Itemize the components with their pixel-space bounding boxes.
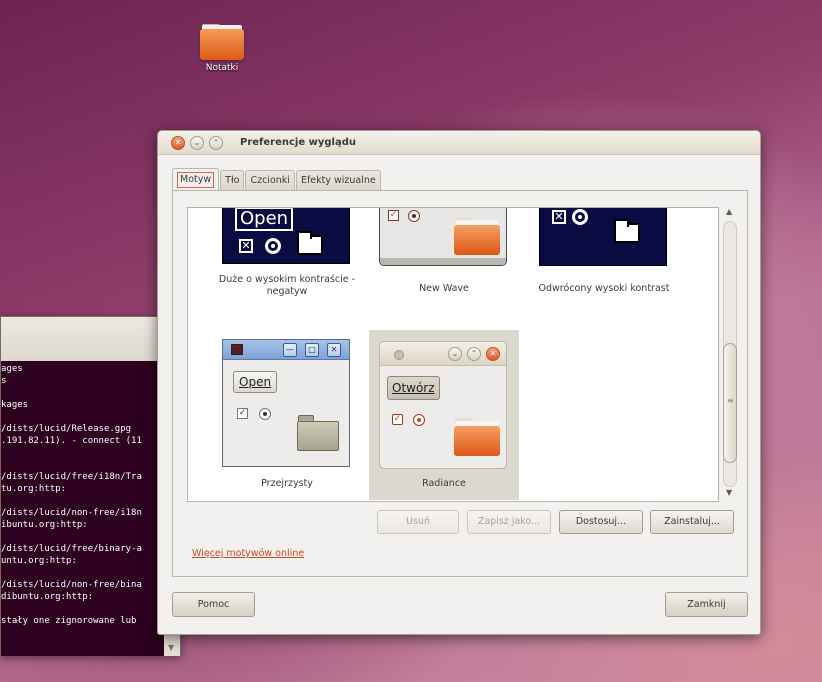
terminal-line: kages: [1, 400, 29, 410]
customize-button[interactable]: Dostosuj...: [559, 510, 643, 534]
close-button[interactable]: Zamknij: [665, 592, 748, 617]
terminal-titlebar[interactable]: [1, 317, 180, 361]
theme-name: New Wave: [419, 283, 469, 294]
tab-fonts[interactable]: Czcionki: [245, 170, 295, 191]
terminal-line: untu.org:http:: [1, 556, 77, 566]
terminal-line: ages: [1, 364, 23, 374]
theme-name: Przejrzysty: [261, 478, 313, 489]
theme-preview: ⌄ ⌃ ✕ Otwórz ✓: [379, 341, 507, 469]
theme-item-new-wave[interactable]: ✓ New Wave: [369, 208, 519, 300]
desktop-folder-notatki[interactable]: Notatki: [196, 22, 248, 73]
theme-list[interactable]: Open ✕ Duże o wysokim kontraście - negat…: [187, 207, 719, 502]
terminal-line: /dists/lucid/free/binary-a: [1, 544, 142, 554]
scroll-down-icon[interactable]: ▼: [168, 643, 174, 652]
preview-folder-icon: [614, 219, 640, 243]
maximize-window-icon[interactable]: ⌃: [209, 136, 223, 150]
preview-radio-icon: [572, 209, 588, 225]
theme-preview: Open ✕: [222, 208, 350, 264]
remove-button[interactable]: Usuń: [377, 510, 459, 534]
terminal-line: /dists/lucid/non-free/i18n: [1, 508, 142, 518]
theme-item-high-contrast-large-inverse[interactable]: Open ✕ Duże o wysokim kontraście - negat…: [212, 208, 362, 300]
terminal-line: dibuntu.org:http:: [1, 592, 94, 602]
terminal-line: tu.org:http:: [1, 484, 67, 494]
appearance-preferences-dialog: ✕ ⌄ ⌃ Preferencje wyglądu Motyw Tło Czci…: [157, 130, 761, 635]
terminal-line: ibuntu.org:http:: [1, 520, 88, 530]
theme-list-scrollbar[interactable]: ▲ ≡ ▼: [723, 207, 737, 502]
preview-folder-icon: [297, 415, 339, 451]
tab-bar: Motyw Tło Czcionki Efekty wizualne: [172, 168, 382, 191]
dialog-title: Preferencje wyglądu: [240, 137, 356, 148]
desktop-icon-label: Notatki: [205, 63, 239, 73]
preview-radio-icon: [413, 414, 425, 426]
preview-checkbox-icon: ✓: [237, 408, 248, 419]
preview-titlebar: — □ ✕: [223, 340, 349, 360]
preview-open-button: Open: [235, 208, 294, 231]
theme-item-inverted-high-contrast[interactable]: ✕ Odwrócony wysoki kontrast: [529, 208, 679, 300]
preview-checkbox-icon: ✓: [388, 210, 399, 221]
preview-radio-icon: [259, 408, 271, 420]
preview-titlebar: ⌄ ⌃ ✕: [380, 342, 506, 366]
preview-radio-icon: [265, 238, 281, 254]
more-themes-online-link[interactable]: Więcej motywów online: [192, 548, 304, 559]
tab-background[interactable]: Tło: [220, 170, 245, 191]
scroll-up-icon[interactable]: ▲: [726, 207, 732, 216]
tab-theme[interactable]: Motyw: [172, 168, 220, 191]
theme-preview: ✓: [379, 208, 507, 266]
theme-name: Duże o wysokim kontraście - negatyw: [218, 274, 356, 297]
theme-preview: — □ ✕ Open ✓: [222, 339, 350, 467]
theme-item-radiance-selected[interactable]: ⌄ ⌃ ✕ Otwórz ✓ Radiance: [369, 330, 519, 500]
grip-icon: ≡: [727, 396, 734, 405]
preview-checkbox-icon: ✕: [239, 239, 253, 253]
terminal-line: /dists/lucid/Release.gpg: [1, 424, 132, 434]
save-as-button[interactable]: Zapisz jako...: [467, 510, 551, 534]
terminal-line: /dists/lucid/non-free/bina: [1, 580, 142, 590]
minimize-icon: —: [283, 343, 297, 357]
preview-folder-icon: [454, 418, 500, 456]
close-icon: ✕: [486, 347, 500, 361]
minimize-icon: ⌄: [448, 347, 462, 361]
close-window-icon[interactable]: ✕: [171, 136, 185, 150]
maximize-icon: ⌃: [467, 347, 481, 361]
scroll-down-icon[interactable]: ▼: [726, 488, 732, 497]
tab-visual-effects[interactable]: Efekty wizualne: [295, 170, 381, 191]
terminal-window[interactable]: ages s kages /dists/lucid/Release.gpg .191…: [0, 316, 181, 656]
theme-name: Radiance: [422, 478, 466, 489]
terminal-line: stały one zignorowane lub: [1, 616, 137, 626]
help-button[interactable]: Pomoc: [172, 592, 255, 617]
preview-open-button: Open: [233, 371, 278, 393]
folder-icon: [200, 22, 244, 60]
preview-open-button: Otwórz: [387, 376, 440, 400]
close-icon: ✕: [327, 343, 341, 357]
app-icon: [394, 350, 404, 360]
terminal-line: .191.82.11). - connect (11: [1, 436, 142, 446]
preview-checkbox-icon: ✓: [392, 414, 403, 425]
app-icon: [231, 344, 243, 355]
scrollbar-thumb[interactable]: ≡: [723, 343, 737, 463]
minimize-window-icon[interactable]: ⌄: [190, 136, 204, 150]
tab-label: Motyw: [177, 172, 215, 188]
terminal-line: s: [1, 376, 7, 386]
theme-name: Odwrócony wysoki kontrast: [538, 283, 670, 294]
theme-item-clearlooks[interactable]: — □ ✕ Open ✓ Przejrzysty: [212, 330, 362, 500]
dialog-titlebar[interactable]: ✕ ⌄ ⌃ Preferencje wyglądu: [158, 131, 760, 155]
terminal-line: /dists/lucid/free/i18n/Tra: [1, 472, 142, 482]
preview-radio-icon: [408, 210, 420, 222]
preview-folder-icon: [297, 231, 323, 255]
theme-preview: ✕: [539, 208, 667, 266]
terminal-output: ages s kages /dists/lucid/Release.gpg .191…: [1, 361, 165, 656]
maximize-icon: □: [305, 343, 319, 357]
install-button[interactable]: Zainstaluj...: [650, 510, 734, 534]
preview-checkbox-icon: ✕: [552, 210, 566, 224]
preview-folder-icon: [454, 217, 500, 255]
theme-tab-panel: Open ✕ Duże o wysokim kontraście - negat…: [172, 190, 748, 577]
